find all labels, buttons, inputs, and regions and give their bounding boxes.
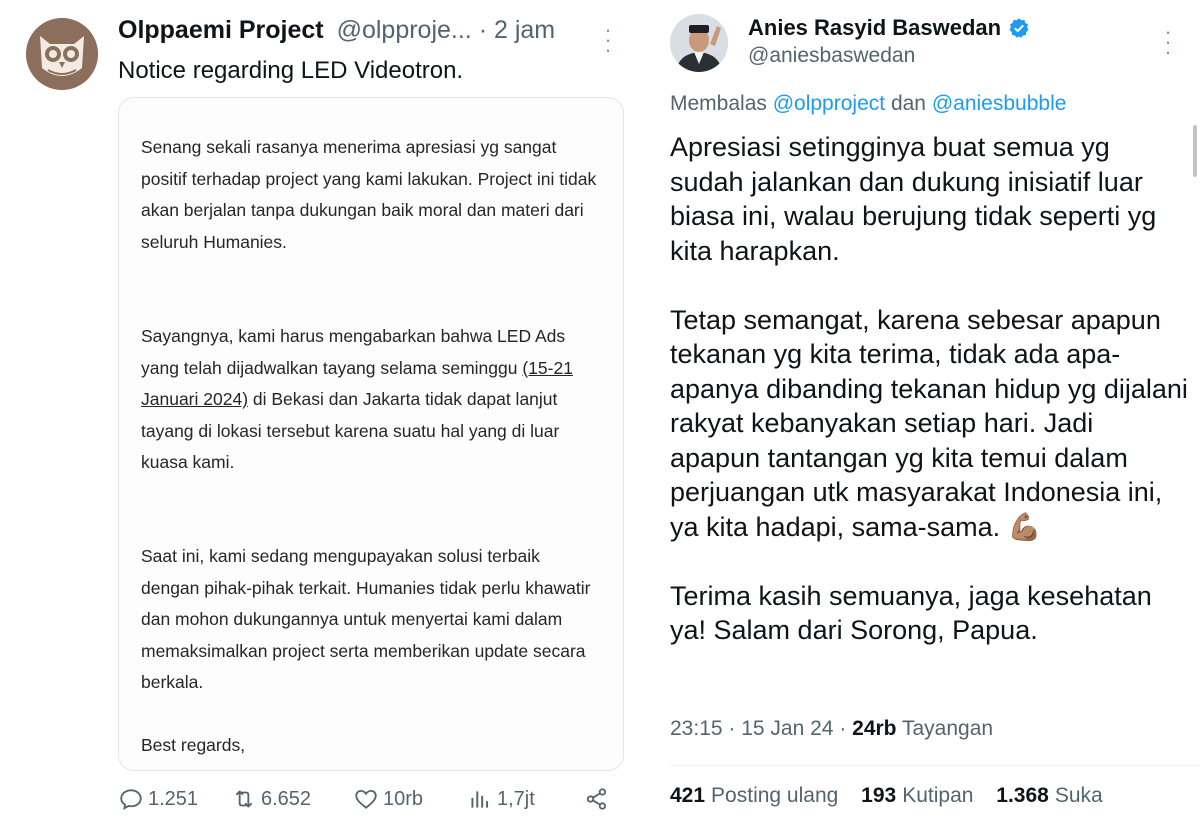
repost-icon	[235, 790, 253, 808]
notice-image-card[interactable]: Senang sekali rasanya menerima apresiasi…	[118, 97, 624, 771]
views-icon	[471, 791, 489, 808]
notice-paragraph-2: Sayangnya, kami harus mengabarkan bahwa …	[141, 321, 601, 479]
left-tweet: Olppaemi Project @olpproje... · 2 jam · ·…	[0, 0, 640, 838]
reposts-stat[interactable]: 421 Posting ulang	[670, 784, 838, 807]
profile-photo-avatar[interactable]	[670, 14, 728, 72]
reply-joiner: dan	[890, 92, 926, 115]
tweet-date[interactable]: 15 Jan 24	[741, 717, 833, 740]
scrollbar[interactable]	[1193, 125, 1197, 177]
tweet-paragraph-1: Apresiasi setingginya buat semua yg suda…	[670, 132, 1157, 266]
mention-link[interactable]: @aniesbubble	[932, 92, 1067, 115]
views-count: 24rb	[852, 717, 897, 740]
reply-icon	[120, 789, 142, 810]
views-label: Tayangan	[901, 717, 994, 740]
separator	[670, 765, 1200, 766]
reposts-label: Posting ulang	[711, 784, 839, 807]
tweet-paragraph-3: Terima kasih semuanya, jaga kesehatan ya…	[670, 580, 1152, 646]
repost-button[interactable]: 6.652	[231, 786, 311, 812]
repost-count: 6.652	[261, 787, 312, 810]
likes-label: Suka	[1054, 784, 1103, 807]
notice-paragraph-1: Senang sekali rasanya menerima apresiasi…	[141, 137, 597, 252]
likes-stat[interactable]: 1.368 Suka	[996, 784, 1102, 807]
notice-p2-text: Sayangnya, kami harus mengabarkan bahwa …	[141, 326, 566, 378]
author-name-text: Anies Rasyid Baswedan	[748, 15, 1002, 40]
reply-button[interactable]: 1.251	[118, 786, 198, 812]
right-tweet: Anies Rasyid Baswedan @aniesbaswedan · · ·…	[648, 0, 1200, 838]
tweet-actions: 1.251 6.652 10rb 1,7jt	[118, 786, 618, 820]
notice-signoff: Best regards,	[141, 735, 246, 755]
tweet-meta: 23:15 · 15 Jan 24 · 24rb Tayangan	[670, 717, 994, 740]
quotes-label: Kutipan	[902, 784, 974, 807]
notice-paragraph-3: Saat ini, kami sedang mengupayakan solus…	[141, 546, 591, 692]
reposts-count: 421	[670, 784, 706, 807]
tweet-paragraph-2: Tetap semangat, karena sebesar apapun te…	[670, 304, 1188, 542]
author-name[interactable]: Anies Rasyid Baswedan	[748, 15, 1030, 41]
likes-count: 1.368	[996, 784, 1049, 807]
reply-prefix: Membalas	[670, 92, 767, 115]
tweet-body: Apresiasi setingginya buat semua yg suda…	[670, 130, 1190, 682]
owl-logo-avatar[interactable]	[26, 18, 98, 90]
tweet-header: Olppaemi Project @olpproje... · 2 jam	[118, 16, 555, 45]
author-handle[interactable]: @aniesbaswedan	[748, 44, 915, 68]
tweet-text: Notice regarding LED Videotron.	[118, 57, 464, 84]
panel-divider	[640, 0, 648, 838]
like-button[interactable]: 10rb	[353, 786, 423, 812]
verified-badge-icon	[1009, 18, 1029, 38]
views-button[interactable]: 1,7jt	[467, 786, 535, 812]
share-button[interactable]	[584, 786, 610, 812]
share-icon	[586, 788, 607, 810]
more-icon[interactable]: · · ·	[602, 19, 614, 61]
author-name[interactable]: Olppaemi Project	[118, 16, 324, 44]
mention-link[interactable]: @olpproject	[773, 92, 885, 115]
quotes-count: 193	[861, 784, 897, 807]
tweet-time[interactable]: · 2 jam	[479, 16, 555, 44]
more-icon[interactable]: · · ·	[1162, 21, 1174, 63]
replying-to: Membalas @olpproject dan @aniesbubble	[670, 92, 1066, 116]
like-icon	[355, 789, 377, 809]
like-count: 10rb	[383, 787, 424, 810]
tweet-stats: 421 Posting ulang 193 Kutipan 1.368 Suka	[670, 784, 1120, 808]
quotes-stat[interactable]: 193 Kutipan	[861, 784, 973, 807]
author-handle[interactable]: @olpproje...	[337, 16, 472, 44]
tweet-time[interactable]: 23:15	[670, 717, 723, 740]
reply-count: 1.251	[148, 787, 199, 810]
views-count: 1,7jt	[497, 787, 535, 810]
